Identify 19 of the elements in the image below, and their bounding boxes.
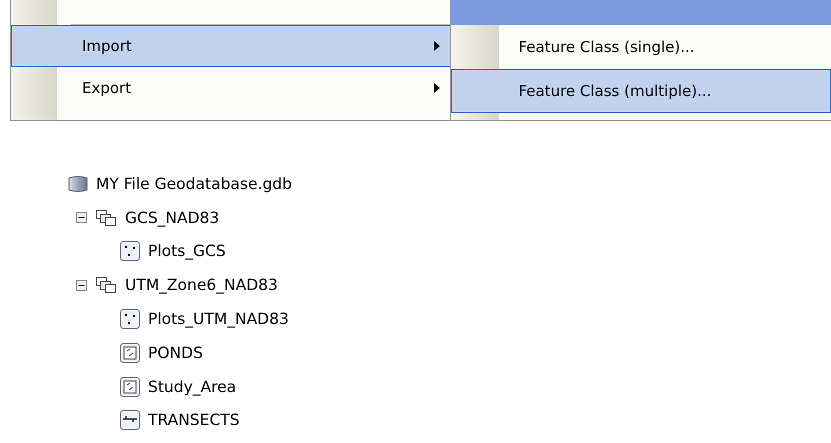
point-layer-icon: [120, 309, 140, 330]
tree-item[interactable]: TRANSECTS: [148, 411, 240, 430]
collapse-icon[interactable]: [76, 280, 87, 291]
tree-item[interactable]: PONDS: [148, 344, 203, 362]
line-layer-icon: [120, 410, 140, 430]
tree-item[interactable]: GCS_NAD83: [125, 208, 220, 227]
polygon-layer-icon: [120, 342, 140, 363]
tree-item[interactable]: Plots_GCS: [148, 242, 226, 260]
dataset-icon: [95, 276, 117, 294]
tree-item[interactable]: UTM_Zone6_NAD83: [125, 276, 278, 294]
dataset-icon: [95, 208, 117, 227]
point-layer-icon: [120, 241, 140, 262]
menu-item[interactable]: Feature Class (multiple)...: [451, 69, 831, 113]
polygon-layer-icon: [120, 376, 140, 397]
database-icon: [68, 174, 88, 193]
collapse-icon[interactable]: [76, 212, 87, 224]
tree-item[interactable]: MY File Geodatabase.gdb: [96, 174, 292, 193]
tree-item[interactable]: Study_Area: [148, 378, 236, 396]
tree-item[interactable]: Plots_UTM_NAD83: [148, 310, 289, 328]
